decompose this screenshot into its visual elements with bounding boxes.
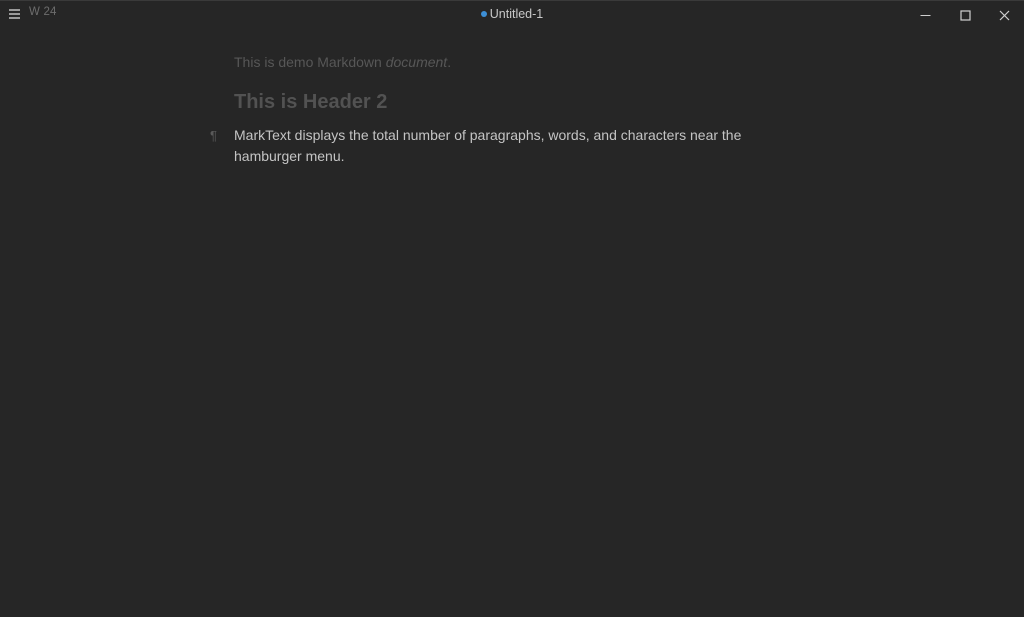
document-title: Untitled-1 [489,7,544,21]
demo-suffix: . [447,54,452,70]
demo-paragraph[interactable]: This is demo Markdown document. [234,51,794,73]
editor-area[interactable]: This is demo Markdown document. This is … [210,51,794,167]
title-bar: W 24 Untitled-1 [0,1,1024,29]
maximize-icon [960,10,971,21]
minimize-icon [920,15,931,16]
active-paragraph-block[interactable]: ¶ MarkText displays the total number of … [210,125,794,167]
active-paragraph[interactable]: MarkText displays the total number of pa… [234,125,774,167]
minimize-button[interactable] [906,1,944,29]
unsaved-indicator-icon [480,11,487,17]
app-window: W 24 Untitled-1 This is demo Markdown do… [0,0,1024,617]
header-2[interactable]: This is Header 2 [234,89,794,115]
maximize-button[interactable] [946,1,984,29]
demo-text: This is demo Markdown [234,54,386,70]
close-icon [999,10,1010,21]
close-button[interactable] [985,1,1023,29]
demo-emphasis: document [385,54,448,70]
window-title: Untitled-1 [0,7,1024,21]
paragraph-marker-icon[interactable]: ¶ [210,125,217,147]
